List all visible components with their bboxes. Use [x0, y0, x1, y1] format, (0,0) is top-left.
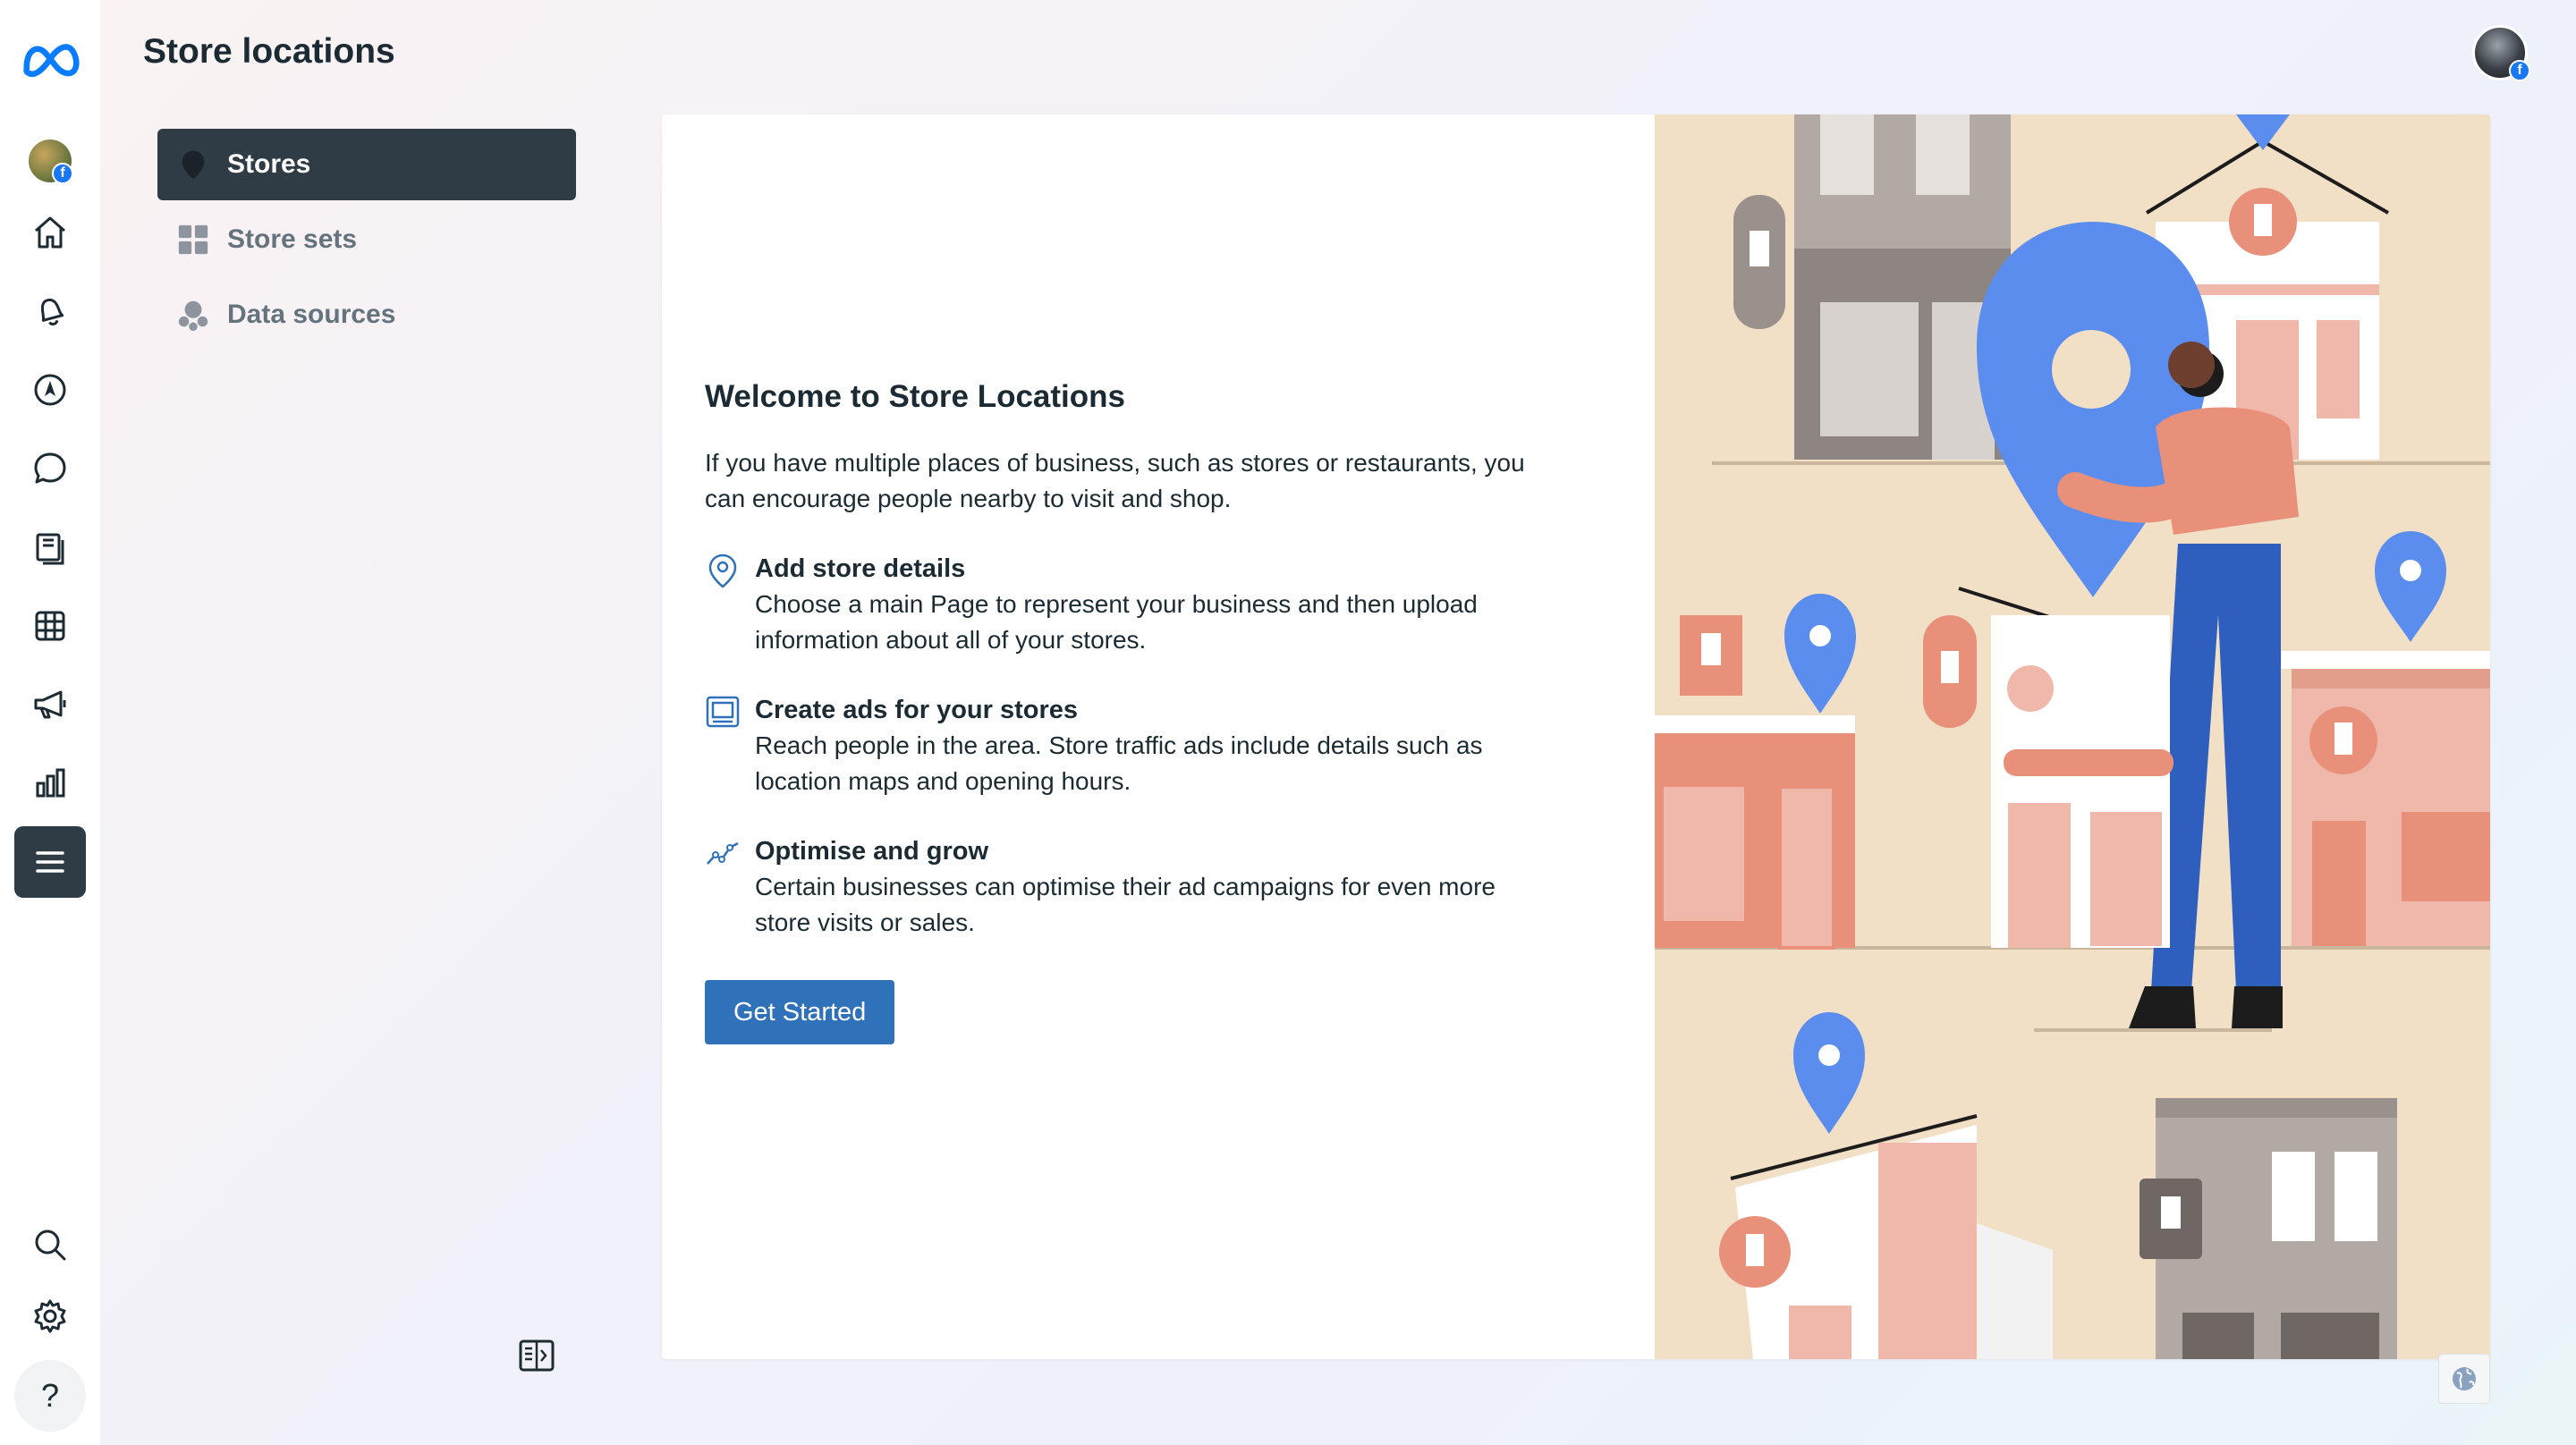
feature-optimise-grow: Optimise and grow Certain businesses can…: [705, 833, 1599, 941]
profile-avatar[interactable]: f: [29, 139, 73, 184]
page-title: Store locations: [143, 32, 395, 71]
pages-icon[interactable]: [14, 511, 86, 583]
megaphone-icon[interactable]: [14, 669, 86, 740]
welcome-content: Welcome to Store Locations If you have m…: [705, 379, 1599, 1044]
meta-logo-icon[interactable]: [14, 23, 86, 95]
subnav-item-data-sources[interactable]: Data sources: [157, 279, 576, 351]
subnav-item-label: Store sets: [227, 224, 358, 254]
feature-title: Create ads for your stores: [755, 696, 1079, 724]
location-pin-outline-icon: [705, 553, 741, 588]
location-pin-icon: [175, 147, 211, 182]
help-button[interactable]: ?: [14, 1360, 86, 1432]
data-nodes-icon: [175, 297, 211, 333]
ad-screen-icon: [705, 694, 741, 730]
subnav-item-stores[interactable]: Stores: [157, 129, 576, 200]
feature-description: Choose a main Page to represent your bus…: [755, 590, 1478, 654]
feature-title: Optimise and grow: [755, 837, 989, 866]
store-locations-illustration: [1601, 114, 2490, 1359]
help-label: ?: [40, 1377, 60, 1414]
welcome-card: Welcome to Store Locations If you have m…: [662, 114, 2490, 1359]
get-started-button[interactable]: Get Started: [705, 980, 895, 1044]
home-icon[interactable]: [14, 197, 86, 268]
chat-bubble-icon[interactable]: [14, 433, 86, 504]
grid-squares-icon: [175, 222, 211, 258]
subnav-item-label: Stores: [227, 149, 311, 179]
feature-title: Add store details: [755, 554, 966, 583]
facebook-badge-icon: f: [52, 163, 73, 184]
menu-icon[interactable]: [14, 826, 86, 898]
left-rail: f ?: [0, 0, 100, 1445]
feature-description: Certain businesses can optimise their ad…: [755, 873, 1496, 936]
welcome-title: Welcome to Store Locations: [705, 379, 1125, 414]
globe-icon[interactable]: [2438, 1354, 2490, 1404]
bar-chart-icon[interactable]: [14, 748, 86, 819]
feature-create-ads: Create ads for your stores Reach people …: [705, 692, 1599, 799]
feature-description: Reach people in the area. Store traffic …: [755, 731, 1483, 795]
feature-add-store-details: Add store details Choose a main Page to …: [705, 551, 1599, 658]
bell-icon[interactable]: [14, 275, 86, 347]
intro-text: If you have multiple places of business,…: [705, 449, 1525, 512]
collapse-panel-icon[interactable]: [517, 1338, 556, 1373]
search-icon[interactable]: [14, 1209, 86, 1280]
subnav-item-label: Data sources: [227, 300, 396, 329]
table-grid-icon[interactable]: [14, 590, 86, 662]
account-avatar[interactable]: f: [2472, 25, 2530, 81]
subnav-item-store-sets[interactable]: Store sets: [157, 204, 576, 275]
navigation-compass-icon[interactable]: [14, 354, 86, 426]
gear-icon[interactable]: [14, 1280, 86, 1352]
facebook-badge-icon: f: [2509, 60, 2530, 81]
trend-line-icon: [705, 835, 741, 871]
